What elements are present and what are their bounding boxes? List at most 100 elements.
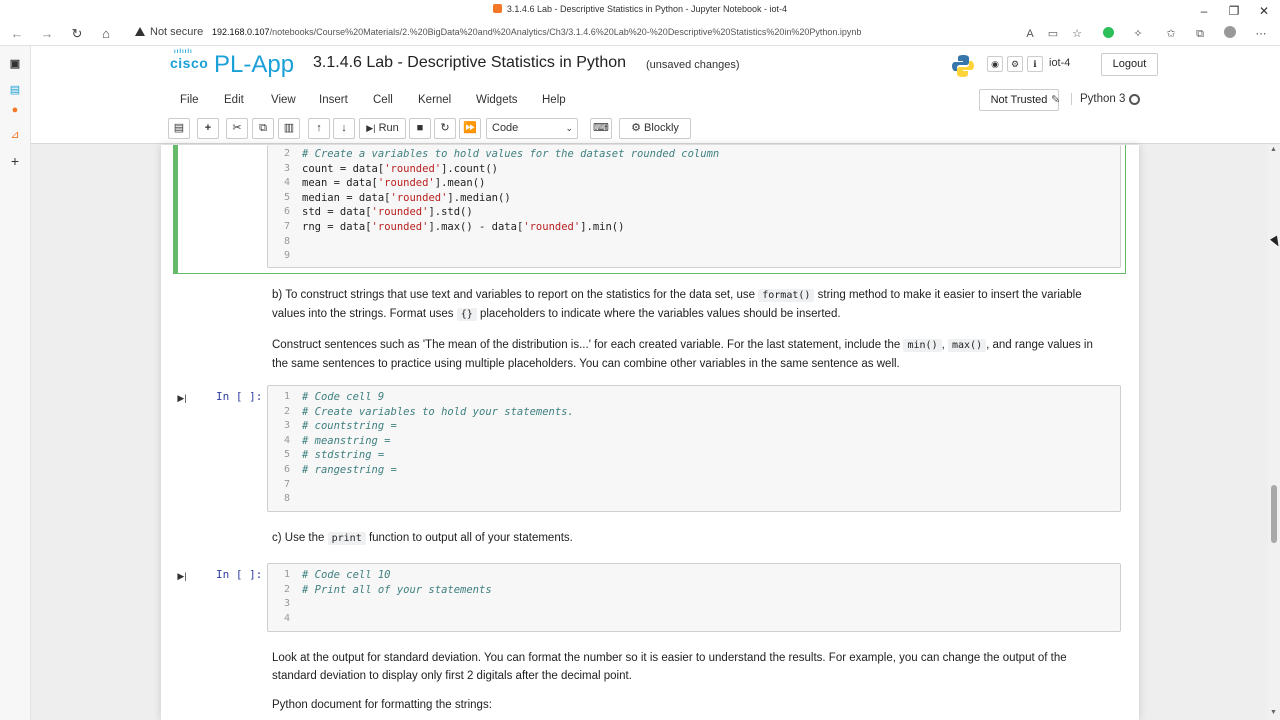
settings-icon[interactable]: ⚙ bbox=[1007, 56, 1023, 72]
more-icon[interactable]: ⋯ bbox=[1253, 26, 1269, 42]
cell-prompt: In [ ]: bbox=[216, 568, 263, 581]
back-icon[interactable]: ← bbox=[8, 25, 26, 43]
paragraph: Construct sentences such as 'The mean of… bbox=[272, 339, 1093, 370]
extension-icon[interactable] bbox=[1100, 26, 1116, 42]
code-line: # Create a variables to hold values for … bbox=[302, 148, 720, 160]
line-number: 5 bbox=[283, 449, 290, 461]
minimize-button[interactable]: – bbox=[1189, 2, 1219, 20]
save-status: (unsaved changes) bbox=[646, 59, 740, 71]
window-titlebar: 3.1.4.6 Lab - Descriptive Statistics in … bbox=[0, 0, 1280, 22]
line-number: 3 bbox=[283, 598, 290, 610]
line-number: 1 bbox=[283, 391, 290, 402]
collections-icon[interactable]: ⧉ bbox=[1192, 26, 1208, 42]
forward-icon[interactable]: → bbox=[38, 25, 56, 43]
menu-view[interactable]: View bbox=[271, 94, 296, 106]
code-line: mean = data['rounded'].mean() bbox=[302, 177, 486, 190]
cut-icon[interactable]: ✂ bbox=[226, 118, 248, 139]
logout-button[interactable]: Logout bbox=[1101, 53, 1158, 76]
line-number: 3 bbox=[283, 162, 290, 174]
cell-prompt: In [ ]: bbox=[216, 390, 263, 403]
code-line: rng = data['rounded'].max() - data['roun… bbox=[302, 221, 625, 233]
run-button[interactable]: ▶| Run bbox=[359, 118, 406, 139]
home-icon[interactable]: ⌂ bbox=[97, 25, 115, 43]
trust-button[interactable]: Not Trusted bbox=[979, 89, 1059, 111]
browser-toolbar: ← → ↻ ⌂ Not secure 192.168.0.107/noteboo… bbox=[0, 22, 1280, 46]
code-line: # Create variables to hold your statemen… bbox=[302, 405, 574, 418]
app-icon[interactable]: ▭ bbox=[1045, 26, 1061, 42]
code-editor-cell9[interactable]: 1 # Code cell 9 2 # Create variables to hol… bbox=[267, 385, 1121, 512]
code-line: # Print all of your statements bbox=[302, 583, 492, 596]
paragraph: Look at the output for standard deviatio… bbox=[272, 652, 1067, 682]
security-label: Not secure bbox=[150, 26, 204, 38]
keyboard-icon[interactable]: ⌨ bbox=[590, 118, 612, 139]
dashboard-icon[interactable]: ◉ bbox=[987, 56, 1003, 72]
window-title: 3.1.4.6 Lab - Descriptive Statistics in … bbox=[0, 4, 1280, 14]
edit-pencil-icon[interactable]: ✎ bbox=[1051, 93, 1060, 106]
move-up-icon[interactable]: ↑ bbox=[308, 118, 330, 139]
inline-code: print bbox=[327, 532, 366, 545]
inline-code: format() bbox=[758, 289, 815, 302]
paste-icon[interactable]: ▥ bbox=[278, 118, 300, 139]
cell-type-select[interactable]: Code ⌄ bbox=[486, 118, 578, 139]
run-cell-icon[interactable]: ▶| bbox=[175, 391, 189, 405]
blockly-button[interactable]: ⚙ Blockly bbox=[619, 118, 691, 139]
line-number: 2 bbox=[283, 405, 290, 417]
menu-edit[interactable]: Edit bbox=[224, 94, 244, 106]
paragraph: c) Use the print function to output all … bbox=[272, 532, 573, 545]
chevron-down-icon: ⌄ bbox=[565, 123, 573, 133]
url-path: /notebooks/Course%20Materials/2.%20BigDa… bbox=[269, 27, 862, 37]
menu-widgets[interactable]: Widgets bbox=[476, 94, 518, 106]
add-icon[interactable]: + bbox=[6, 152, 24, 170]
stop-icon[interactable]: ■ bbox=[409, 118, 431, 139]
copy-icon[interactable]: ⧉ bbox=[252, 118, 274, 139]
sidebar-app-icon[interactable]: ▤ bbox=[6, 81, 24, 99]
scroll-down-icon[interactable]: ▼ bbox=[1270, 709, 1277, 716]
code-line: # countstring = bbox=[302, 420, 397, 433]
cell-type-value: Code bbox=[492, 122, 519, 134]
code-line: # rangestring = bbox=[302, 464, 397, 476]
menu-cell[interactable]: Cell bbox=[373, 94, 393, 106]
puzzle-icon[interactable]: ✧ bbox=[1130, 26, 1146, 42]
close-window-button[interactable]: ✕ bbox=[1249, 2, 1279, 20]
info-icon[interactable]: ℹ bbox=[1027, 56, 1043, 72]
notebook-title[interactable]: 3.1.4.6 Lab - Descriptive Statistics in … bbox=[313, 54, 626, 72]
reload-icon[interactable]: ↻ bbox=[68, 25, 86, 43]
add-cell-icon[interactable]: + bbox=[197, 118, 219, 139]
move-down-icon[interactable]: ↓ bbox=[333, 118, 355, 139]
read-aloud-icon[interactable]: A bbox=[1022, 26, 1038, 42]
menu-kernel[interactable]: Kernel bbox=[418, 94, 451, 106]
app-name: PL-App bbox=[214, 51, 295, 78]
profile-icon[interactable] bbox=[1222, 26, 1238, 42]
scrollbar-thumb[interactable] bbox=[1271, 485, 1277, 543]
menu-help[interactable]: Help bbox=[542, 94, 566, 106]
code-editor-cell10[interactable]: 1 # Code cell 10 2 # Print all of your stat… bbox=[267, 563, 1121, 632]
inline-code: {} bbox=[456, 308, 477, 321]
menu-insert[interactable]: Insert bbox=[319, 94, 348, 106]
line-number: 2 bbox=[283, 583, 290, 595]
security-indicator[interactable]: Not secure bbox=[135, 26, 203, 38]
favorite-icon[interactable]: ☆ bbox=[1069, 26, 1085, 42]
sidebar-jupyter-icon[interactable]: ● bbox=[6, 101, 24, 119]
code-line: std = data['rounded'].std() bbox=[302, 206, 473, 219]
sidebar-icon[interactable]: ▣ bbox=[6, 55, 24, 73]
menu-file[interactable]: File bbox=[180, 94, 199, 106]
warning-icon bbox=[135, 27, 145, 36]
url-bar[interactable]: 192.168.0.107/notebooks/Course%20Materia… bbox=[212, 27, 861, 37]
line-number: 4 bbox=[283, 434, 290, 446]
restore-button[interactable]: ❐ bbox=[1219, 2, 1249, 20]
kernel-status-icon bbox=[1129, 94, 1140, 105]
run-cell-icon[interactable]: ▶| bbox=[175, 569, 189, 583]
username: iot-4 bbox=[1049, 57, 1071, 69]
scroll-up-icon[interactable]: ▲ bbox=[1270, 146, 1277, 153]
restart-icon[interactable]: ↻ bbox=[434, 118, 456, 139]
notebook-toolbar: ▤ + ✂ ⧉ ▥ ↑ ↓ ▶| Run ■ ↻ ⏩ Code ⌄ ⌨ ⚙ Blo… bbox=[31, 116, 1280, 142]
restart-run-all-icon[interactable]: ⏩ bbox=[459, 118, 481, 139]
favorites-bar-icon[interactable]: ✩ bbox=[1163, 26, 1179, 42]
code-editor-cell8[interactable]: 2 # Create a variables to hold values for… bbox=[267, 145, 1121, 268]
code-line: # stdstring = bbox=[302, 449, 385, 462]
save-icon[interactable]: ▤ bbox=[168, 118, 190, 139]
page-scrollbar[interactable]: ▲ ▼ bbox=[1268, 145, 1280, 720]
url-host: 192.168.0.107 bbox=[212, 27, 270, 37]
sidebar-office-icon[interactable]: ⊿ bbox=[6, 126, 24, 144]
code-line: count = data['rounded'].count() bbox=[302, 162, 498, 175]
